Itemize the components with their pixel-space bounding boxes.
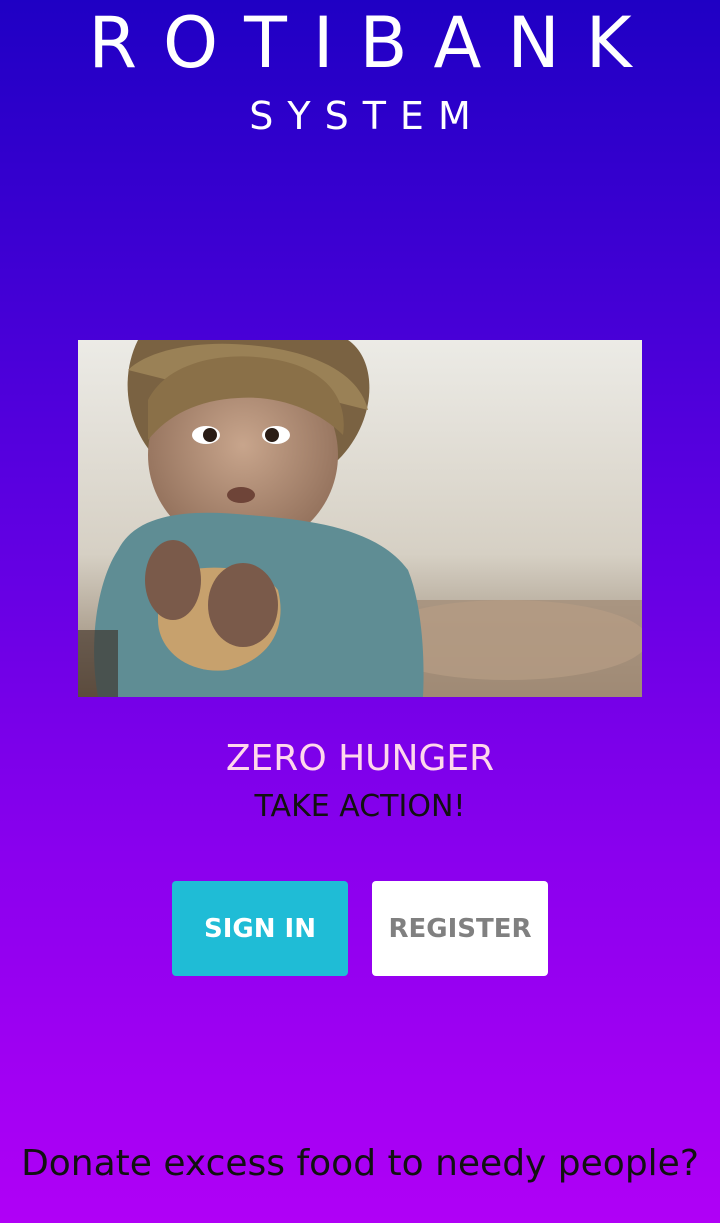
headline: ZERO HUNGER <box>225 738 495 779</box>
app-title: ROTIBANK <box>88 2 658 84</box>
sign-in-button[interactable]: SIGN IN <box>172 881 348 976</box>
register-button[interactable]: REGISTER <box>372 881 548 976</box>
app-subtitle: SYSTEM <box>249 94 485 138</box>
tagline: TAKE ACTION! <box>254 789 466 824</box>
donate-question: Donate excess food to needy people? <box>21 1143 699 1184</box>
hero-image <box>78 340 642 697</box>
